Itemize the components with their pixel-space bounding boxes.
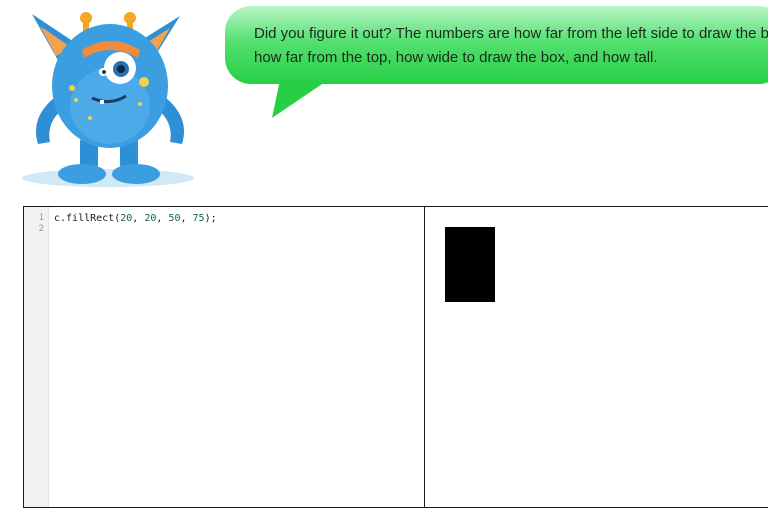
drawn-rectangle xyxy=(445,227,495,302)
speech-bubble: Did you figure it out? The numbers are h… xyxy=(225,6,768,118)
monster-mascot-icon xyxy=(22,12,194,187)
speech-bubble-tail-icon xyxy=(272,80,328,118)
canvas-preview xyxy=(425,207,768,507)
code-call: c.fillRect( xyxy=(54,213,121,224)
code-editor[interactable]: 1 2 c.fillRect(20, 20, 50, 75); xyxy=(24,207,425,507)
code-separator: , xyxy=(180,213,193,224)
code-separator: , xyxy=(156,213,169,224)
code-arg-width: 50 xyxy=(168,213,181,224)
line-number-gutter: 1 2 xyxy=(24,207,49,507)
code-workspace: 1 2 c.fillRect(20, 20, 50, 75); xyxy=(23,206,768,508)
speech-bubble-text: Did you figure it out? The numbers are h… xyxy=(254,25,768,66)
code-line-1[interactable]: c.fillRect(20, 20, 50, 75); xyxy=(54,213,217,224)
code-separator: , xyxy=(132,213,145,224)
code-arg-x: 20 xyxy=(120,213,133,224)
code-arg-height: 75 xyxy=(192,213,205,224)
code-arg-y: 20 xyxy=(144,213,157,224)
line-number: 2 xyxy=(38,224,44,234)
line-number: 1 xyxy=(38,213,44,223)
code-close: ); xyxy=(204,213,217,224)
